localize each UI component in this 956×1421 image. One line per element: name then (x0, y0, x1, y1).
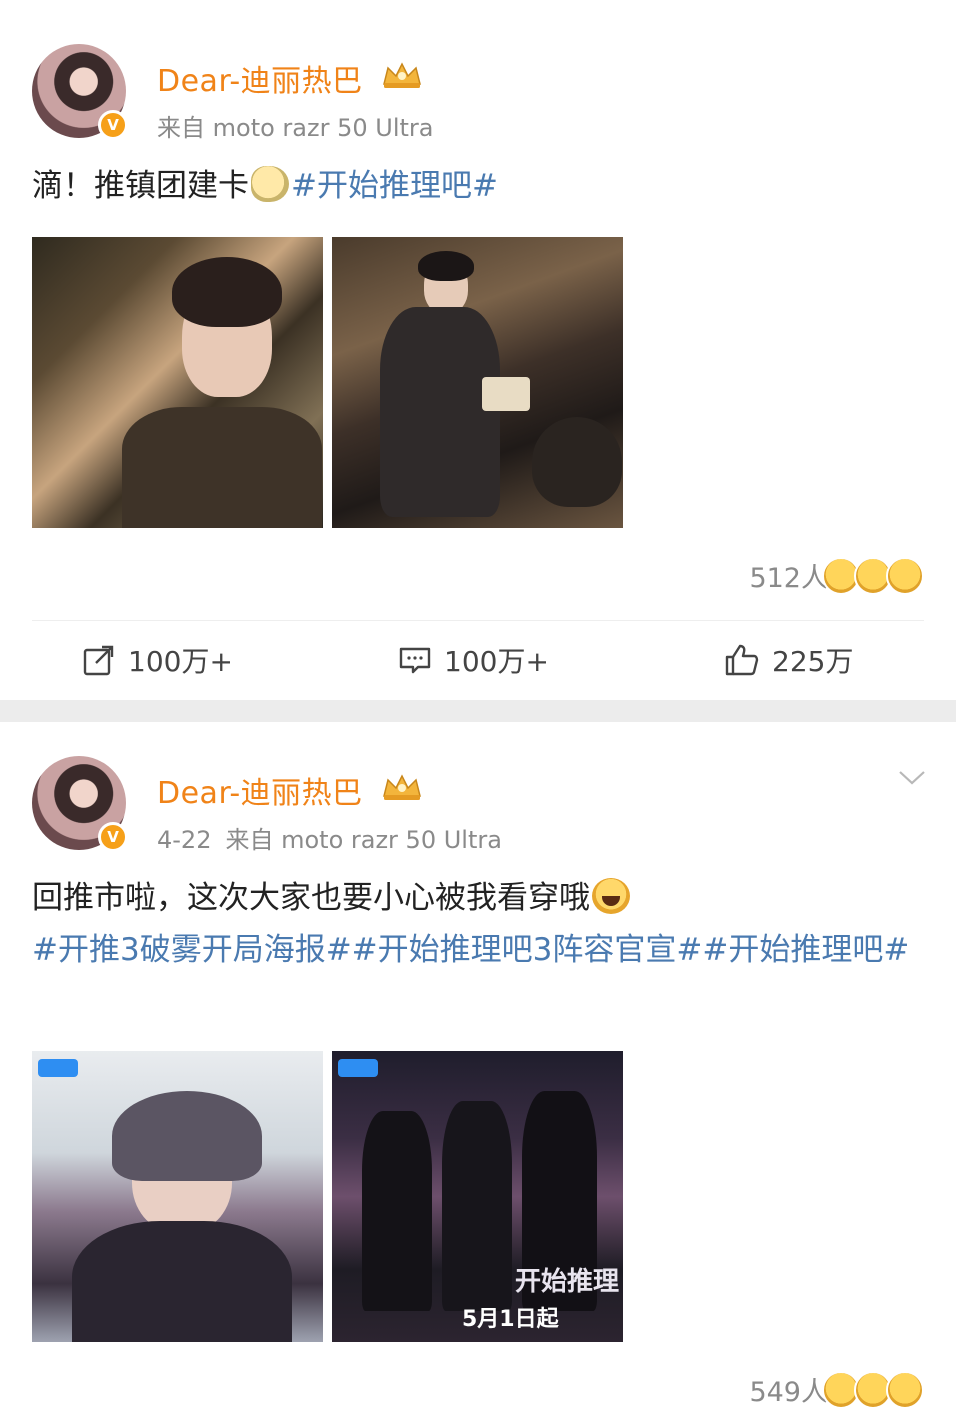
reactions-count: 512人 (749, 563, 828, 594)
poster-title: 开始推理 (514, 1267, 619, 1297)
repost-button[interactable]: 100万+ (82, 640, 233, 680)
hashtag-link[interactable]: #开始推理吧# (291, 168, 498, 204)
post-source: 来自 moto razr 50 Ultra (157, 114, 434, 142)
crown-icon (383, 62, 421, 88)
verified-badge: V (98, 822, 128, 852)
post-image-poster-2[interactable]: 开始推理 5月1日起 (332, 1051, 623, 1342)
post-meta: 来自 moto razr 50 Ultra (157, 108, 433, 143)
post-meta: 4-22 来自 moto razr 50 Ultra (157, 820, 502, 855)
post-text: 滴！推镇团建卡 #开始推理吧# (32, 160, 912, 212)
like-button[interactable]: 225万 (724, 640, 853, 680)
separator (32, 620, 924, 621)
weibo-post: V Dear-迪丽热巴 来自 moto razr 50 Ultra 滴！推镇团建… (0, 0, 956, 700)
post-source: 来自 moto razr 50 Ultra (225, 826, 502, 854)
post-image-poster-1[interactable] (32, 1051, 323, 1342)
username[interactable]: Dear-迪丽热巴 (157, 56, 363, 100)
thumbs-up-icon (725, 644, 759, 676)
crown-icon (383, 774, 421, 800)
surprised-emoji-icon (886, 1370, 924, 1409)
post-divider (0, 700, 956, 722)
post-text: 回推市啦，这次大家也要小心被我看穿哦 #开推3破雾开局海报##开始推理吧3阵容官… (32, 872, 912, 976)
avatar[interactable]: V (32, 44, 128, 140)
like-count: 225万 (772, 645, 854, 678)
reactions-summary[interactable]: 512人 (749, 556, 924, 595)
avatar[interactable]: V (32, 756, 128, 852)
poster-date-text: 5月1日起 (462, 1307, 559, 1332)
repost-count: 100万+ (128, 645, 233, 678)
reactions-summary[interactable]: 549人 (749, 1370, 924, 1409)
post-body: 回推市啦，这次大家也要小心被我看穿哦 (32, 880, 590, 916)
weibo-post: V Dear-迪丽热巴 4-22 来自 moto razr 50 Ultra 回推… (0, 722, 956, 1421)
comment-button[interactable]: 100万+ (398, 640, 549, 680)
comment-icon (399, 647, 431, 674)
post-image-1[interactable] (32, 237, 323, 528)
surprised-emoji-icon (886, 556, 924, 595)
duck-emoji-icon (251, 166, 289, 202)
post-image-2[interactable] (332, 237, 623, 528)
post-body: 滴！推镇团建卡 (32, 168, 249, 204)
post-date: 4-22 (157, 826, 212, 854)
chevron-down-icon[interactable] (898, 767, 926, 787)
comment-count: 100万+ (444, 645, 549, 678)
verified-badge: V (98, 110, 128, 140)
hashtag-links[interactable]: #开推3破雾开局海报##开始推理吧3阵容官宣##开始推理吧# (32, 932, 909, 968)
username[interactable]: Dear-迪丽热巴 (157, 768, 363, 812)
laughing-emoji-icon (592, 878, 630, 914)
reactions-count: 549人 (749, 1377, 828, 1408)
repost-icon (83, 645, 114, 676)
